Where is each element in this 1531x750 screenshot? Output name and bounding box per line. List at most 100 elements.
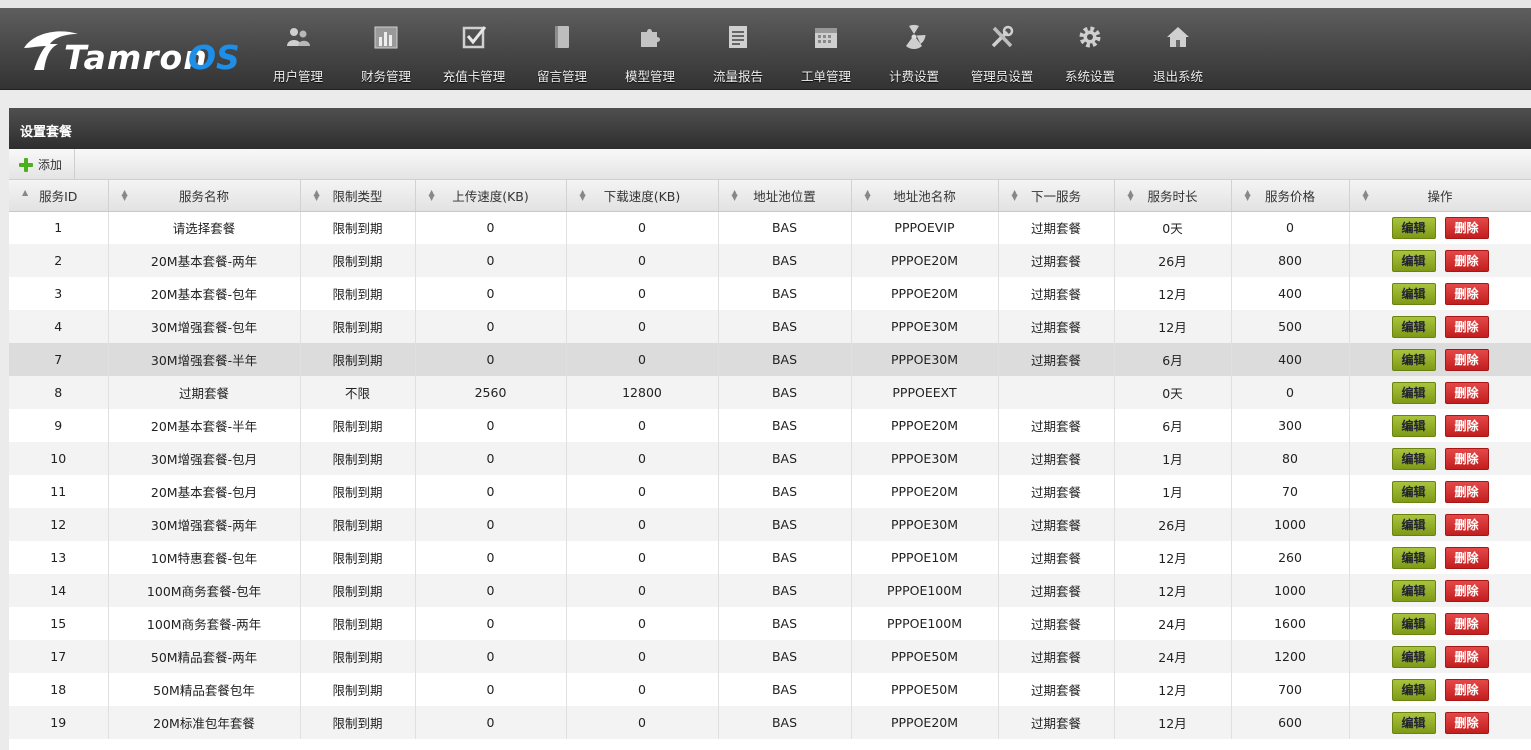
duration-cell: 0天 bbox=[1114, 211, 1232, 244]
nav-traffic-report[interactable]: 流量报告 bbox=[694, 14, 782, 90]
download-speed-cell: 0 bbox=[566, 640, 719, 673]
table-row[interactable]: 17 50M精品套餐-两年 限制到期 0 0 BAS PPPOE50M 过期套餐 24月 1200… bbox=[9, 640, 1531, 673]
add-package-button[interactable]: 添加 bbox=[9, 149, 75, 180]
service-name-cell: 20M基本套餐-包月 bbox=[108, 475, 301, 508]
package-settings-panel: 设置套餐 添加 ▲ 服务ID ▲ ▼ 服务名称 ▲ ▼ 限制类型 ▲ ▼ 上传速度(KB) ▲… bbox=[9, 108, 1531, 750]
table-row[interactable]: 3 20M基本套餐-包年 限制到期 0 0 BAS PPPOE20M 过期套餐 12月 400 编辑… bbox=[9, 277, 1531, 310]
nav-work-order[interactable]: 工单管理 bbox=[782, 14, 870, 90]
delete-button[interactable]: 删除 bbox=[1444, 711, 1489, 734]
edit-button[interactable]: 编辑 bbox=[1391, 678, 1436, 701]
edit-button[interactable]: 编辑 bbox=[1391, 216, 1436, 239]
table-row[interactable]: 19 20M标准包年套餐 限制到期 0 0 BAS PPPOE20M 过期套餐 12月 600 编辑… bbox=[9, 706, 1531, 739]
delete-button[interactable]: 删除 bbox=[1444, 315, 1489, 338]
nav-finance[interactable]: 财务管理 bbox=[342, 14, 430, 90]
delete-button[interactable]: 删除 bbox=[1444, 612, 1489, 635]
column-label: 操作 bbox=[1427, 188, 1453, 204]
nav-logout[interactable]: 退出系统 bbox=[1134, 14, 1222, 90]
edit-button[interactable]: 编辑 bbox=[1391, 315, 1436, 338]
column-header-duration[interactable]: ▲ ▼ 服务时长 bbox=[1114, 180, 1232, 212]
delete-button[interactable]: 删除 bbox=[1444, 348, 1489, 371]
edit-button[interactable]: 编辑 bbox=[1391, 513, 1436, 536]
table-row[interactable]: 9 20M基本套餐-半年 限制到期 0 0 BAS PPPOE20M 过期套餐 6月 300 编辑删… bbox=[9, 409, 1531, 442]
table-row[interactable]: 7 30M增强套餐-半年 限制到期 0 0 BAS PPPOE30M 过期套餐 6月 400 编辑删… bbox=[9, 343, 1531, 376]
pool-location-cell: BAS bbox=[718, 640, 852, 673]
edit-button[interactable]: 编辑 bbox=[1391, 447, 1436, 470]
nav-system-settings[interactable]: 系统设置 bbox=[1046, 14, 1134, 90]
column-label: 限制类型 bbox=[332, 188, 383, 204]
delete-button[interactable]: 删除 bbox=[1444, 513, 1489, 536]
delete-button[interactable]: 删除 bbox=[1444, 249, 1489, 272]
limit-type-cell: 限制到期 bbox=[300, 574, 416, 607]
sort-icon: ▲ ▼ bbox=[579, 188, 586, 202]
column-header-pool-location[interactable]: ▲ ▼ 地址池位置 bbox=[718, 180, 852, 212]
edit-button[interactable]: 编辑 bbox=[1391, 282, 1436, 305]
column-header-service-id[interactable]: ▲ 服务ID bbox=[9, 180, 109, 212]
edit-button[interactable]: 编辑 bbox=[1391, 480, 1436, 503]
delete-button[interactable]: 删除 bbox=[1444, 645, 1489, 668]
delete-button[interactable]: 删除 bbox=[1444, 216, 1489, 239]
edit-button[interactable]: 编辑 bbox=[1391, 711, 1436, 734]
nav-message[interactable]: 留言管理 bbox=[518, 14, 606, 90]
table-row[interactable]: 8 过期套餐 不限 2560 12800 BAS PPPOEEXT 0天 0 编辑 删除 bbox=[9, 376, 1531, 409]
delete-button[interactable]: 删除 bbox=[1444, 678, 1489, 701]
delete-button[interactable]: 删除 bbox=[1444, 546, 1489, 569]
nav-admin-settings[interactable]: 管理员设置 bbox=[958, 14, 1046, 90]
edit-button[interactable]: 编辑 bbox=[1391, 612, 1436, 635]
bar-chart-icon bbox=[374, 26, 398, 49]
column-header-price[interactable]: ▲ ▼ 服务价格 bbox=[1231, 180, 1350, 212]
duration-cell: 6月 bbox=[1114, 409, 1232, 442]
edit-button[interactable]: 编辑 bbox=[1391, 645, 1436, 668]
pool-name-cell: PPPOE20M bbox=[851, 706, 999, 739]
column-label: 下一服务 bbox=[1030, 188, 1081, 204]
nav-user-management[interactable]: 用户管理 bbox=[254, 14, 342, 90]
edit-button[interactable]: 编辑 bbox=[1391, 579, 1436, 602]
delete-button[interactable]: 删除 bbox=[1444, 282, 1489, 305]
edit-button[interactable]: 编辑 bbox=[1391, 249, 1436, 272]
edit-button[interactable]: 编辑 bbox=[1391, 414, 1436, 437]
table-row[interactable]: 2 20M基本套餐-两年 限制到期 0 0 BAS PPPOE20M 过期套餐 26月 800 编辑… bbox=[9, 244, 1531, 277]
download-speed-cell: 0 bbox=[566, 673, 719, 706]
edit-button[interactable]: 编辑 bbox=[1391, 546, 1436, 569]
table-row[interactable]: 13 10M特惠套餐-包年 限制到期 0 0 BAS PPPOE10M 过期套餐 12月 260 编… bbox=[9, 541, 1531, 574]
edit-button[interactable]: 编辑 bbox=[1391, 348, 1436, 371]
price-cell: 70 bbox=[1231, 475, 1350, 508]
next-service-cell: 过期套餐 bbox=[998, 475, 1115, 508]
column-header-upload-speed[interactable]: ▲ ▼ 上传速度(KB) bbox=[415, 180, 567, 212]
price-cell: 260 bbox=[1231, 541, 1350, 574]
next-service-cell: 过期套餐 bbox=[998, 442, 1115, 475]
actions-cell: 编辑 删除 bbox=[1349, 442, 1531, 475]
column-header-download-speed[interactable]: ▲ ▼ 下载速度(KB) bbox=[566, 180, 719, 212]
edit-button[interactable]: 编辑 bbox=[1391, 381, 1436, 404]
nav-billing-settings[interactable]: 计费设置 bbox=[870, 14, 958, 90]
nav-label: 工单管理 bbox=[800, 69, 851, 84]
table-row[interactable]: 1 请选择套餐 限制到期 0 0 BAS PPPOEVIP 过期套餐 0天 0 编辑 删除 bbox=[9, 211, 1531, 244]
delete-button[interactable]: 删除 bbox=[1444, 381, 1489, 404]
table-row[interactable]: 10 30M增强套餐-包月 限制到期 0 0 BAS PPPOE30M 过期套餐 1月 80 编辑删… bbox=[9, 442, 1531, 475]
delete-button[interactable]: 删除 bbox=[1444, 447, 1489, 470]
next-service-cell: 过期套餐 bbox=[998, 508, 1115, 541]
delete-button[interactable]: 删除 bbox=[1444, 579, 1489, 602]
panel-title: 设置套餐 bbox=[9, 108, 1531, 149]
nav-model[interactable]: 模型管理 bbox=[606, 14, 694, 90]
table-row[interactable]: 12 30M增强套餐-两年 限制到期 0 0 BAS PPPOE30M 过期套餐 26月 1000… bbox=[9, 508, 1531, 541]
column-header-service-name[interactable]: ▲ ▼ 服务名称 bbox=[108, 180, 301, 212]
column-header-pool-name[interactable]: ▲ ▼ 地址池名称 bbox=[851, 180, 999, 212]
download-speed-cell: 0 bbox=[566, 508, 719, 541]
column-header-limit-type[interactable]: ▲ ▼ 限制类型 bbox=[300, 180, 416, 212]
table-row[interactable]: 14 100M商务套餐-包年 限制到期 0 0 BAS PPPOE100M 过期套餐 12月 10… bbox=[9, 574, 1531, 607]
column-header-actions[interactable]: ▲ ▼ 操作 bbox=[1349, 180, 1531, 212]
duration-cell: 1月 bbox=[1114, 442, 1232, 475]
table-row[interactable]: 11 20M基本套餐-包月 限制到期 0 0 BAS PPPOE20M 过期套餐 1月 70 编辑删… bbox=[9, 475, 1531, 508]
table-row[interactable]: 4 30M增强套餐-包年 限制到期 0 0 BAS PPPOE30M 过期套餐 12月 500 编辑… bbox=[9, 310, 1531, 343]
sort-icon: ▲ ▼ bbox=[313, 188, 320, 202]
delete-button[interactable]: 删除 bbox=[1444, 480, 1489, 503]
nav-recharge-card[interactable]: 充值卡管理 bbox=[430, 14, 518, 90]
table-row[interactable]: 18 50M精品套餐包年 限制到期 0 0 BAS PPPOE50M 过期套餐 12月 700 编辑… bbox=[9, 673, 1531, 706]
home-icon bbox=[1167, 27, 1189, 47]
tamronos-logo[interactable]: Tamron OS bbox=[18, 18, 248, 78]
price-cell: 700 bbox=[1231, 673, 1350, 706]
table-row[interactable]: 15 100M商务套餐-两年 限制到期 0 0 BAS PPPOE100M 过期套餐 24月 16… bbox=[9, 607, 1531, 640]
delete-button[interactable]: 删除 bbox=[1444, 414, 1489, 437]
column-header-next-service[interactable]: ▲ ▼ 下一服务 bbox=[998, 180, 1115, 212]
actions-cell: 编辑 删除 bbox=[1349, 244, 1531, 277]
